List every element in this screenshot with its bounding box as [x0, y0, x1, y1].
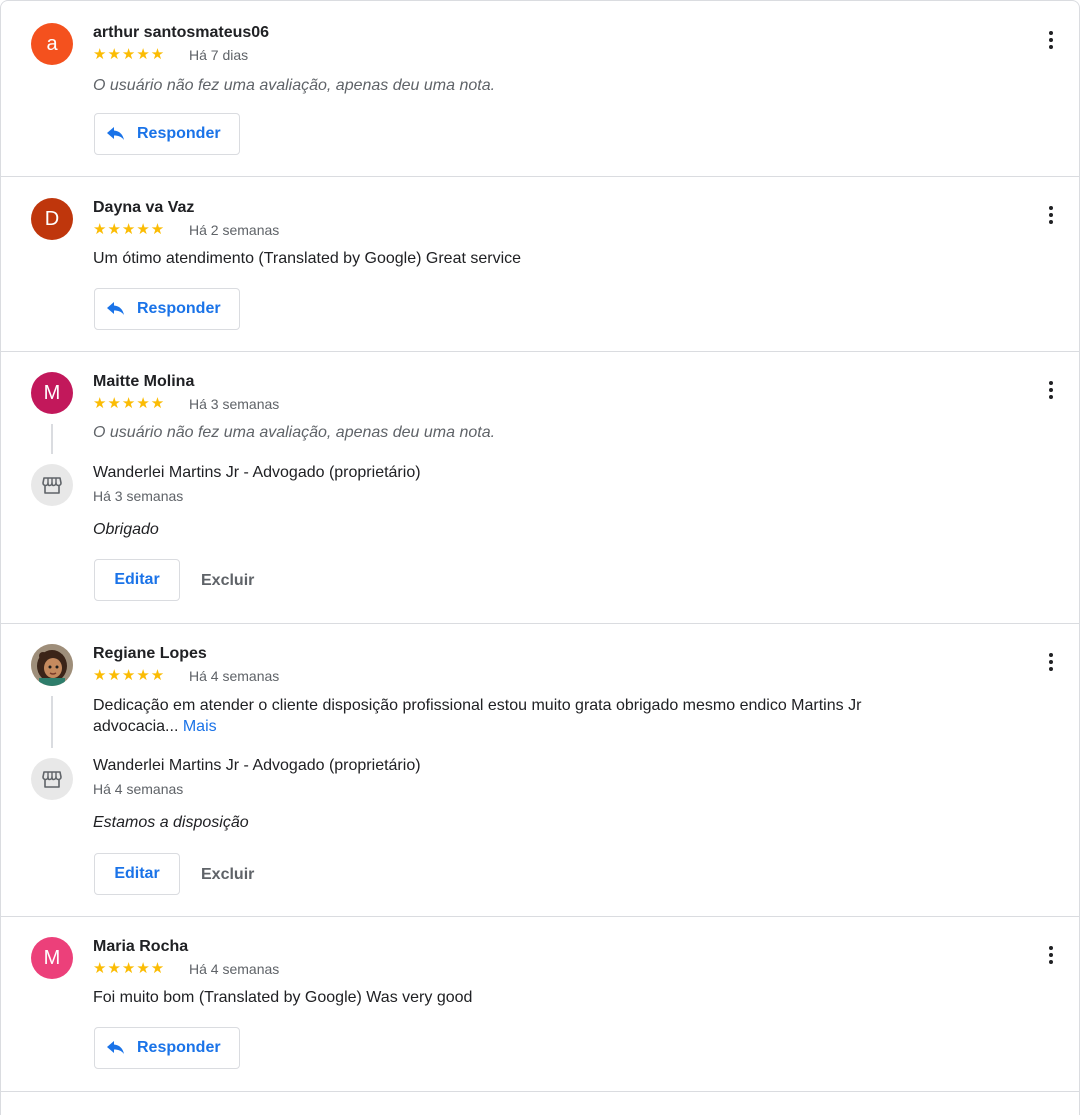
review-text: O usuário não fez uma avaliação, apenas …: [93, 77, 496, 94]
reply-button[interactable]: Responder: [94, 113, 240, 155]
avatar: M: [31, 372, 73, 414]
owner-reply-text: Estamos a disposição: [93, 814, 249, 831]
reply-button-label: Responder: [137, 125, 221, 142]
reply-arrow-icon: [107, 127, 124, 140]
owner-name: Wanderlei Martins Jr - Advogado (proprie…: [93, 757, 421, 774]
avatar-photo: [31, 644, 73, 686]
review-card: M Maitte Molina ★★★★★ Há 3 semanas O usu…: [1, 352, 1079, 624]
review-card: D Dayna va Vaz ★★★★★ Há 2 semanas Um óti…: [1, 177, 1079, 352]
reviewer-name[interactable]: Maitte Molina: [93, 373, 194, 391]
review-text-line-2: advocacia... Mais: [93, 716, 217, 737]
more-options-icon[interactable]: [1043, 377, 1059, 403]
review-date: Há 4 semanas: [189, 961, 280, 977]
reply-button[interactable]: Responder: [94, 288, 240, 330]
owner-avatar: [31, 758, 73, 800]
avatar: M: [31, 937, 73, 979]
edit-button[interactable]: Editar: [94, 853, 180, 895]
reply-arrow-icon: [107, 302, 124, 315]
star-rating: ★★★★★: [93, 46, 166, 63]
reply-button-label: Responder: [137, 1039, 221, 1056]
review-card: Regiane Lopes ★★★★★ Há 4 semanas Dedicaç…: [1, 624, 1079, 917]
review-text: Foi muito bom (Translated by Google) Was…: [93, 989, 473, 1006]
more-options-icon[interactable]: [1043, 27, 1059, 53]
review-text: Um ótimo atendimento (Translated by Goog…: [93, 250, 522, 267]
review-text: O usuário não fez uma avaliação, apenas …: [93, 424, 496, 441]
reviewer-name[interactable]: Maria Rocha: [93, 938, 188, 956]
review-date: Há 2 semanas: [189, 222, 280, 238]
delete-button[interactable]: Excluir: [201, 866, 254, 884]
review-text-truncated: advocacia...: [93, 718, 179, 735]
edit-button[interactable]: Editar: [94, 559, 180, 601]
thread-line: [51, 696, 53, 748]
person-photo-icon: [31, 644, 73, 686]
owner-avatar: [31, 464, 73, 506]
reviewer-name[interactable]: Regiane Lopes: [93, 645, 207, 663]
star-rating: ★★★★★: [93, 395, 166, 412]
more-link[interactable]: Mais: [183, 718, 217, 735]
review-date: Há 3 semanas: [189, 396, 280, 412]
storefront-icon: [42, 477, 62, 494]
more-options-icon[interactable]: [1043, 202, 1059, 228]
owner-reply-text: Obrigado: [93, 521, 159, 538]
thread-line: [51, 424, 53, 454]
reply-button-label: Responder: [137, 300, 221, 317]
reviewer-name[interactable]: Dayna va Vaz: [93, 199, 194, 217]
more-options-icon[interactable]: [1043, 942, 1059, 968]
review-date: Há 4 semanas: [189, 668, 280, 684]
star-rating: ★★★★★: [93, 960, 166, 977]
owner-name: Wanderlei Martins Jr - Advogado (proprie…: [93, 464, 421, 481]
review-card: M Maria Rocha ★★★★★ Há 4 semanas Foi mui…: [1, 917, 1079, 1092]
owner-reply-date: Há 4 semanas: [93, 781, 184, 797]
reviewer-name[interactable]: arthur santosmateus06: [93, 24, 269, 42]
delete-button[interactable]: Excluir: [201, 572, 254, 590]
avatar: D: [31, 198, 73, 240]
star-rating: ★★★★★: [93, 221, 166, 238]
review-date: Há 7 dias: [189, 47, 249, 63]
owner-reply-date: Há 3 semanas: [93, 488, 184, 504]
star-rating: ★★★★★: [93, 667, 166, 684]
reply-button[interactable]: Responder: [94, 1027, 240, 1069]
reply-arrow-icon: [107, 1041, 124, 1054]
review-card: a arthur santosmateus06 ★★★★★ Há 7 dias …: [1, 1, 1079, 177]
storefront-icon: [42, 771, 62, 788]
review-text-line-1: Dedicação em atender o cliente disposiçã…: [93, 697, 862, 714]
reviews-list: a arthur santosmateus06 ★★★★★ Há 7 dias …: [0, 0, 1080, 1115]
more-options-icon[interactable]: [1043, 649, 1059, 675]
avatar: a: [31, 23, 73, 65]
